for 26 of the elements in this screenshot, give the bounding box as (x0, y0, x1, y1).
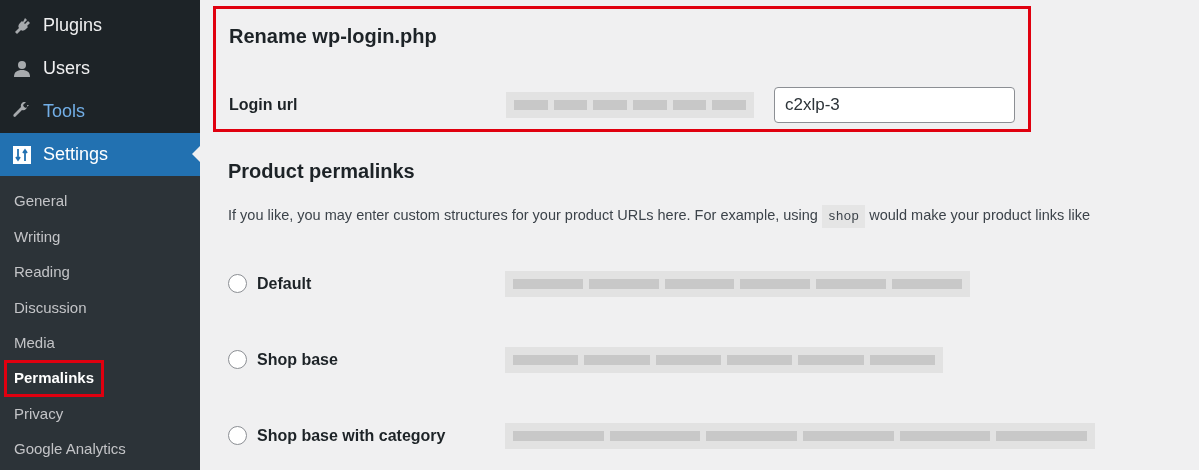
radio-button[interactable] (228, 426, 247, 446)
submenu-item[interactable]: Privacy (4, 395, 74, 433)
section-title: Product permalinks (228, 159, 416, 184)
radio-button[interactable] (228, 274, 247, 294)
menu-item[interactable]: Plugins (0, 4, 200, 47)
radio-option[interactable]: Shop base (228, 347, 505, 372)
menu-item[interactable]: Users (0, 47, 200, 90)
radio-option[interactable]: Shop base with category (228, 423, 505, 448)
sliders-icon (12, 144, 32, 165)
submenu-item[interactable]: Reading (4, 254, 80, 291)
section-title: Rename wp-login.php (229, 24, 438, 49)
menu-item[interactable]: Settings (0, 133, 200, 176)
submenu-item[interactable]: General (4, 183, 78, 220)
user-icon (12, 58, 32, 79)
field-label: Login url (229, 95, 299, 115)
submenu-item[interactable]: Discussion (4, 289, 97, 327)
submenu-item[interactable]: Google Analytics (4, 431, 136, 468)
menu-item[interactable]: Tools (0, 90, 200, 133)
input-field[interactable]: c2xlp-3 (774, 87, 1015, 123)
radio-button[interactable] (228, 350, 247, 370)
description-text: If you like, you may enter custom structures for your product URLs here. For example, using shop would make your product links like (228, 205, 1199, 227)
radio-option[interactable]: Default (228, 271, 505, 296)
submenu-item[interactable]: Media (4, 325, 65, 362)
submenu-item[interactable]: Writing (4, 218, 71, 256)
submenu-item[interactable]: Permalinks (4, 360, 105, 397)
menu-pointer (192, 146, 200, 162)
